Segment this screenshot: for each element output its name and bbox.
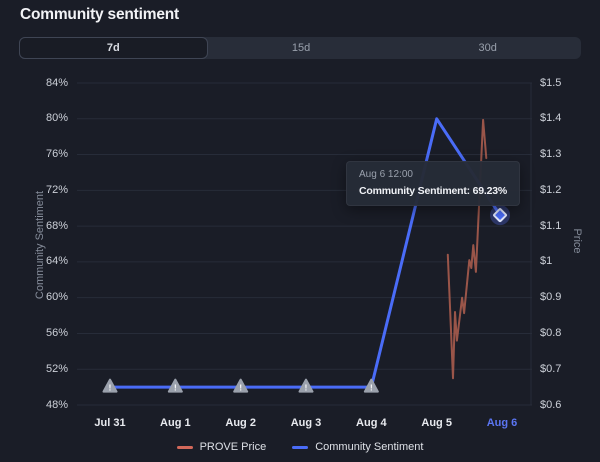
legend-item-community-sentiment[interactable]: Community Sentiment <box>292 441 423 453</box>
right-tick-label: $0.6 <box>540 399 596 412</box>
left-axis-title: Community Sentiment <box>34 191 46 299</box>
right-tick-label: $1.1 <box>540 220 596 233</box>
x-axis-label-aug-6: Aug 6 <box>470 417 534 430</box>
legend-label: PROVE Price <box>200 441 267 453</box>
left-tick-label: 80% <box>0 112 68 125</box>
svg-text:!: ! <box>109 384 112 393</box>
x-axis-label-aug-5: Aug 5 <box>405 417 469 430</box>
legend-line-swatch <box>177 446 193 449</box>
right-axis-title: Price <box>571 228 583 253</box>
svg-text:!: ! <box>305 384 308 393</box>
series-line-community-sentiment <box>110 119 500 387</box>
chart-legend: PROVE Price Community Sentiment <box>0 441 600 453</box>
left-tick-label: 56% <box>0 327 68 340</box>
left-tick-label: 52% <box>0 363 68 376</box>
right-tick-label: $1.3 <box>540 148 596 161</box>
legend-item-prove-price[interactable]: PROVE Price <box>177 441 267 453</box>
right-tick-label: $0.7 <box>540 363 596 376</box>
warning-triangle-icon: ! <box>365 380 378 393</box>
legend-label: Community Sentiment <box>315 441 423 453</box>
x-axis-label-aug-4: Aug 4 <box>339 417 403 430</box>
x-axis-label-aug-3: Aug 3 <box>274 417 338 430</box>
right-tick-label: $1.5 <box>540 77 596 90</box>
warning-triangle-icon: ! <box>169 380 182 393</box>
chart-tooltip: Aug 6 12:00 Community Sentiment: 69.23% <box>346 161 520 206</box>
warning-triangle-icon: ! <box>104 380 117 393</box>
legend-line-swatch <box>292 446 308 449</box>
right-tick-label: $0.8 <box>540 327 596 340</box>
sentiment-price-chart[interactable]: !!!!! <box>0 0 600 462</box>
tooltip-timestamp: Aug 6 12:00 <box>359 169 507 180</box>
left-tick-label: 48% <box>0 399 68 412</box>
community-sentiment-card: Community sentiment 7d15d30d !!!!! 84%80… <box>0 0 600 462</box>
x-axis-label-aug-2: Aug 2 <box>209 417 273 430</box>
svg-text:!: ! <box>239 384 242 393</box>
warning-triangle-icon: ! <box>234 380 247 393</box>
warning-triangle-icon: ! <box>299 380 312 393</box>
svg-text:!: ! <box>370 384 373 393</box>
x-axis-label-aug-1: Aug 1 <box>143 417 207 430</box>
x-axis-label-jul-31: Jul 31 <box>78 417 142 430</box>
right-tick-label: $1.2 <box>540 184 596 197</box>
left-tick-label: 84% <box>0 77 68 90</box>
series-line-prove-price <box>448 120 487 378</box>
current-point-diamond-marker[interactable] <box>490 205 510 225</box>
right-tick-label: $1 <box>540 255 596 268</box>
tooltip-sentiment-value: Community Sentiment: 69.23% <box>359 185 507 197</box>
left-tick-label: 76% <box>0 148 68 161</box>
right-tick-label: $0.9 <box>540 291 596 304</box>
svg-text:!: ! <box>174 384 177 393</box>
right-tick-label: $1.4 <box>540 112 596 125</box>
